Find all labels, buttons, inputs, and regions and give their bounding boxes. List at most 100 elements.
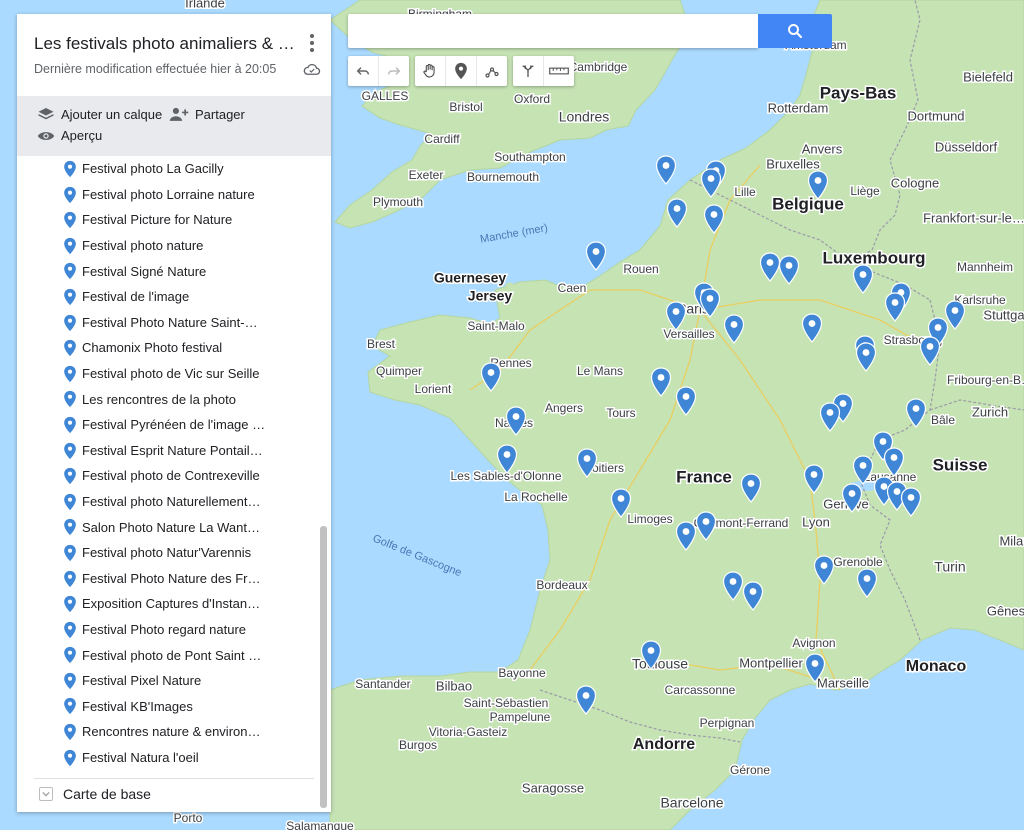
undo-button[interactable] (348, 56, 379, 86)
map-label: Saint-Malo (467, 319, 525, 333)
marker-icon (64, 544, 76, 562)
map-label: Suisse (933, 455, 988, 474)
list-item[interactable]: Festival photo La Gacilly (17, 156, 317, 182)
map-label: Grenoble (833, 555, 883, 569)
more-options-icon[interactable] (303, 32, 321, 54)
list-item[interactable]: Chamonix Photo festival (17, 335, 317, 361)
map-label: Exeter (409, 168, 444, 182)
map-label: Fribourg-en-B… (947, 373, 1024, 387)
cloud-sync-icon (303, 63, 321, 75)
map-label: Milan (999, 533, 1024, 548)
redo-button[interactable] (379, 56, 409, 86)
add-layer-label: Ajouter un calque (61, 106, 163, 122)
list-item[interactable]: Festival photo Natur'Varennis (17, 540, 317, 566)
marker-icon (64, 160, 76, 178)
map-label: Brest (367, 337, 396, 351)
map-label: Gérone (730, 763, 770, 777)
map-label: Tours (606, 406, 635, 420)
search-icon (788, 24, 803, 39)
map-label: Rotterdam (768, 100, 829, 115)
add-marker-button[interactable] (446, 56, 477, 86)
map-label: Bielefeld (963, 69, 1013, 84)
divider (34, 778, 314, 779)
list-item[interactable]: Rencontres nature & environ… (17, 719, 317, 745)
map-label: Düsseldorf (935, 139, 998, 154)
share-button[interactable]: Partager (169, 106, 245, 122)
list-item-label: Festival Pixel Nature (82, 673, 202, 689)
map-label: Bournemouth (467, 170, 539, 184)
map-label: Gênes (987, 603, 1024, 618)
map-label: Lille (734, 185, 756, 199)
list-item-label: Festival photo Lorraine nature (82, 186, 255, 202)
list-item[interactable]: Festival photo Lorraine nature (17, 182, 317, 208)
map-label: Pampelune (490, 710, 551, 724)
map-label: Lorient (415, 382, 452, 396)
list-item[interactable]: Festival Natura l'oeil (17, 745, 317, 771)
expand-checkbox[interactable] (39, 787, 53, 801)
add-layer-button[interactable]: Ajouter un calque (37, 106, 162, 122)
list-item[interactable]: Festival Photo Nature Saint-… (17, 310, 317, 336)
marker-icon (64, 442, 76, 459)
map-label: Avignon (792, 636, 835, 650)
map-label: Irlande (185, 0, 225, 10)
list-item-label: Festival photo La Gacilly (82, 161, 224, 177)
map-label: Limoges (627, 512, 672, 526)
directions-button[interactable] (513, 56, 544, 86)
map-label: Andorre (633, 736, 695, 753)
list-item[interactable]: Festival KB'Images (17, 693, 317, 719)
map-label: Dortmund (907, 108, 964, 123)
list-item[interactable]: Exposition Captures d'Instan… (17, 591, 317, 617)
map-label: Frankfort-sur-le… (923, 210, 1024, 225)
redo-icon (387, 67, 401, 75)
search-button[interactable] (758, 14, 832, 48)
list-item-label: Festival Photo Nature des Fr… (82, 570, 261, 586)
list-item-label: Festival de l'image (82, 289, 190, 305)
pan-tool-button[interactable] (415, 56, 446, 86)
map-label: Southampton (494, 150, 565, 164)
list-item[interactable]: Festival Esprit Nature Pontail… (17, 438, 317, 464)
marker-icon (64, 621, 76, 638)
list-item-label: Les rencontres de la photo (82, 391, 236, 407)
map-label: Luxembourg (823, 248, 926, 267)
search-input[interactable] (348, 14, 758, 48)
list-item[interactable]: Les rencontres de la photo (17, 386, 317, 412)
marker-icon (64, 314, 76, 331)
list-item[interactable]: Festival Pixel Nature (17, 668, 317, 694)
list-item[interactable]: Festival photo de Vic sur Seille (17, 361, 317, 387)
festival-list: Festival photo La Gacilly Festival photo … (17, 156, 317, 770)
list-item[interactable]: Festival Photo Nature des Fr… (17, 566, 317, 592)
map-label: Salamanque (286, 819, 354, 830)
base-map-toggle[interactable]: Carte de base (39, 786, 151, 802)
marker-icon (64, 672, 76, 690)
list-item[interactable]: Festival Pyrénéen de l'image … (17, 412, 317, 438)
map-label: Cologne (891, 175, 939, 190)
list-item[interactable]: Festival de l'image (17, 284, 317, 310)
list-item-label: Salon Photo Nature La Want… (82, 519, 261, 535)
list-item[interactable]: Festival Photo regard nature (17, 617, 317, 643)
tools-group-2 (513, 56, 574, 86)
list-item-label: Festival photo de Pont Saint … (82, 647, 262, 663)
list-item[interactable]: Festival photo Naturellement… (17, 489, 317, 515)
list-item[interactable]: Salon Photo Nature La Want… (17, 514, 317, 540)
preview-button[interactable]: Aperçu (37, 128, 102, 143)
list-item[interactable]: Festival Picture for Nature (17, 207, 317, 233)
measure-button[interactable] (544, 56, 574, 86)
marker-icon (64, 647, 76, 664)
list-item-label: Festival Photo regard nature (82, 621, 247, 637)
marker-icon (64, 391, 76, 408)
list-item[interactable]: Festival photo de Pont Saint … (17, 642, 317, 668)
list-item[interactable]: Festival photo nature (17, 233, 317, 259)
map-title[interactable]: Les festivals photo animaliers & n… (34, 34, 302, 54)
marker-icon (64, 698, 76, 715)
ruler-icon (549, 67, 569, 75)
map-label: Liège (850, 184, 880, 198)
scrollbar-thumb[interactable] (320, 526, 327, 808)
map-label: Perpignan (700, 716, 755, 730)
list-item-label: Festival Esprit Nature Pontail… (82, 442, 263, 458)
chevron-down-icon (42, 791, 50, 797)
list-item-label: Festival photo de Vic sur Seille (82, 366, 260, 382)
draw-line-button[interactable] (477, 56, 507, 86)
list-item[interactable]: Festival photo de Contrexeville (17, 463, 317, 489)
list-item[interactable]: Festival Signé Nature (17, 258, 317, 284)
add-person-icon (169, 107, 189, 121)
